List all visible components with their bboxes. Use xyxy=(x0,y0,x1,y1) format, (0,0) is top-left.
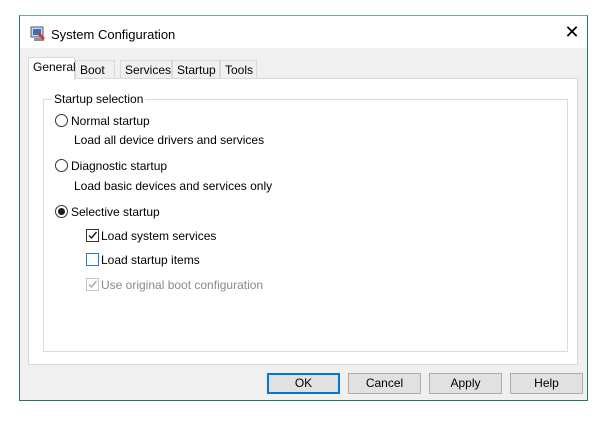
normal-startup-radio[interactable] xyxy=(55,114,68,127)
cancel-button[interactable]: Cancel xyxy=(348,373,421,394)
startup-selection-group: Startup selection Normal startup Load al… xyxy=(43,92,568,352)
load-system-services-label[interactable]: Load system services xyxy=(101,229,216,243)
apply-button[interactable]: Apply xyxy=(429,373,502,394)
tab-label: Boot xyxy=(80,63,105,77)
group-title: Startup selection xyxy=(52,92,146,106)
tab-services[interactable]: Services xyxy=(120,60,172,79)
close-icon[interactable]: ✕ xyxy=(561,22,583,44)
system-configuration-window: System Configuration ✕ General Boot Serv… xyxy=(19,15,588,401)
normal-startup-description: Load all device drivers and services xyxy=(74,133,265,147)
tab-label: Startup xyxy=(177,63,216,77)
ok-button[interactable]: OK xyxy=(267,373,340,394)
title-bar[interactable]: System Configuration ✕ xyxy=(20,16,587,48)
selective-startup-label[interactable]: Selective startup xyxy=(71,205,160,219)
tab-label: Tools xyxy=(225,63,254,77)
general-tab-panel: Startup selection Normal startup Load al… xyxy=(28,78,578,365)
checkmark-icon xyxy=(88,280,98,289)
use-original-boot-configuration-label: Use original boot configuration xyxy=(101,278,264,292)
load-system-services-checkbox[interactable] xyxy=(86,229,99,242)
msconfig-icon xyxy=(30,26,46,42)
help-button[interactable]: Help xyxy=(510,373,583,394)
window-title: System Configuration xyxy=(51,27,176,42)
normal-startup-label[interactable]: Normal startup xyxy=(71,114,150,128)
diagnostic-startup-label[interactable]: Diagnostic startup xyxy=(71,159,167,173)
radio-selected-dot xyxy=(58,208,65,215)
selective-startup-radio[interactable] xyxy=(55,205,68,218)
load-startup-items-checkbox[interactable] xyxy=(86,253,99,266)
diagnostic-startup-radio[interactable] xyxy=(55,159,68,172)
tab-boot[interactable]: Boot xyxy=(75,60,115,79)
tab-label: General xyxy=(33,60,76,74)
load-startup-items-label[interactable]: Load startup items xyxy=(101,253,200,267)
tab-label: Services xyxy=(125,63,172,77)
tab-startup[interactable]: Startup xyxy=(172,60,220,79)
tab-tools[interactable]: Tools xyxy=(220,60,257,79)
checkmark-icon xyxy=(88,231,98,240)
diagnostic-startup-description: Load basic devices and services only xyxy=(74,179,273,193)
use-original-boot-configuration-checkbox[interactable] xyxy=(86,278,99,291)
tab-general[interactable]: General xyxy=(28,57,76,80)
